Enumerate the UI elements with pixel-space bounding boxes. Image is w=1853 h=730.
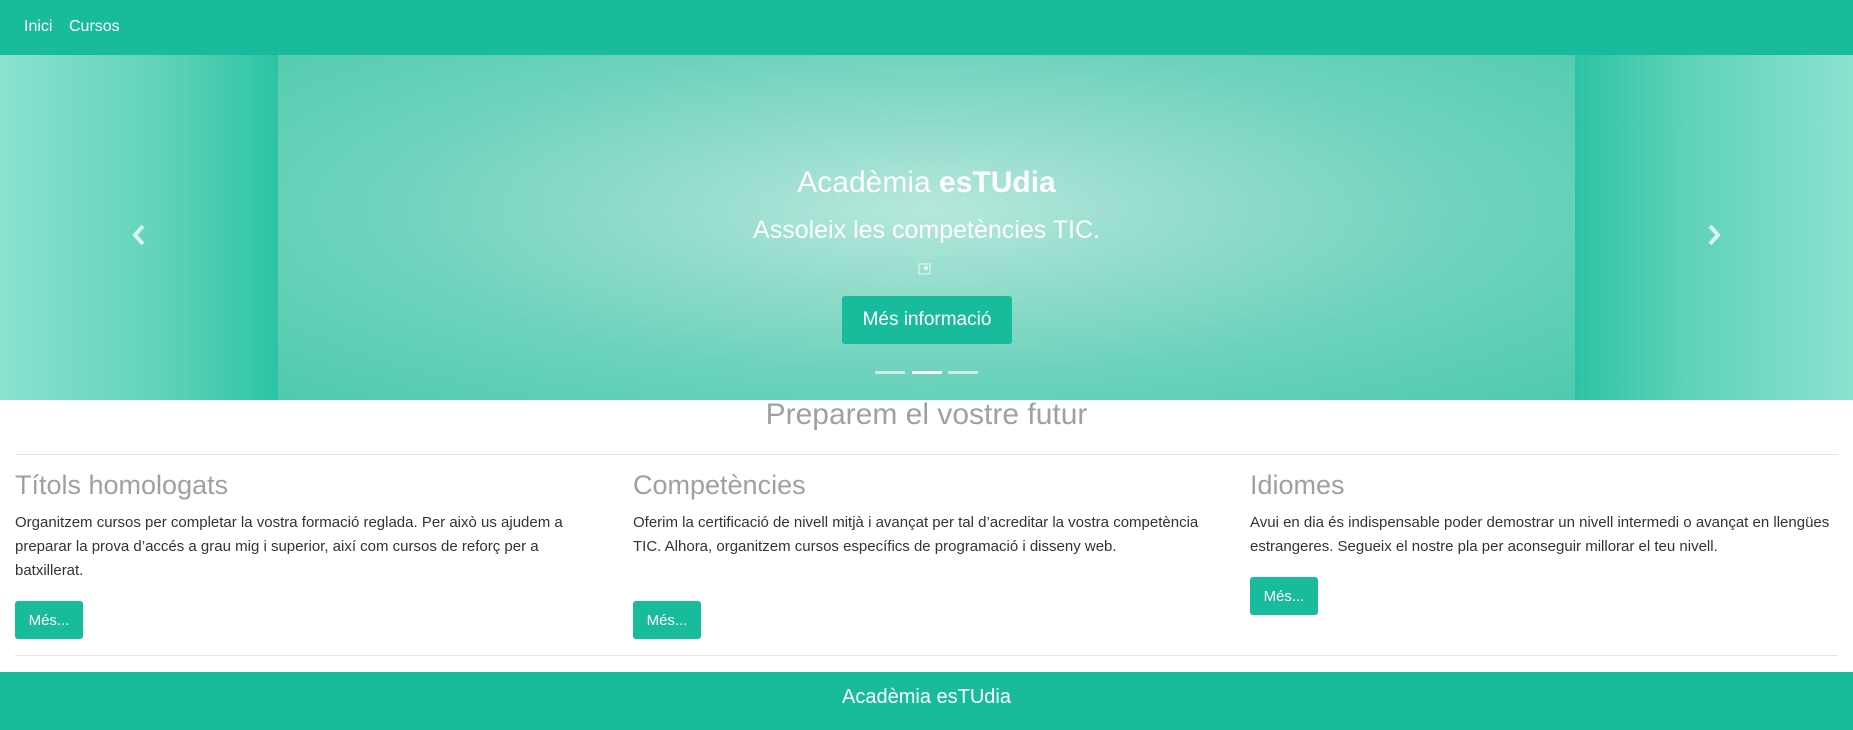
- more-info-button[interactable]: Més informació: [842, 296, 1012, 344]
- feature-idiomes: Idiomes Avui en dia és indispensable pod…: [1250, 470, 1840, 559]
- carousel-indicator-1[interactable]: [875, 371, 905, 374]
- chevron-left-icon: [132, 224, 145, 246]
- carousel-indicator-2[interactable]: [912, 371, 942, 374]
- feature-titols: Títols homologats Organitzem cursos per …: [15, 470, 605, 583]
- hero-title: Acadèmia esTUdia: [278, 166, 1575, 200]
- more-button-titols[interactable]: Més...: [15, 601, 83, 639]
- carousel-indicator-3[interactable]: [948, 371, 978, 374]
- divider-top: [15, 454, 1838, 455]
- carousel-next-button[interactable]: [1694, 215, 1734, 255]
- section-title: Preparem el vostre futur: [765, 398, 1088, 431]
- navbar: Inici Cursos: [0, 0, 1853, 55]
- hero-carousel: Acadèmia esTUdia Assoleix les competènci…: [0, 55, 1853, 400]
- more-button-competencies[interactable]: Més...: [633, 601, 701, 639]
- feature-title: Competències: [633, 470, 806, 500]
- feature-title: Títols homologats: [15, 470, 229, 500]
- hero-title-prefix: Acadèmia: [797, 166, 940, 199]
- feature-competencies: Competències Oferim la certificació de n…: [633, 470, 1223, 559]
- divider-bottom: [15, 655, 1838, 656]
- footer-text: Acadèmia esTUdia: [842, 686, 1011, 708]
- broken-image-icon: [918, 263, 931, 275]
- nav-link-cursos[interactable]: Cursos: [69, 18, 120, 36]
- hero-subtitle: Assoleix les competències TIC.: [753, 216, 1100, 244]
- nav-link-inici[interactable]: Inici: [24, 18, 52, 36]
- footer: Acadèmia esTUdia: [0, 672, 1853, 730]
- feature-text: Oferim la certificació de nivell mitjà i…: [633, 514, 1199, 555]
- hero-title-brand: esTUdia: [939, 166, 1056, 199]
- feature-text: Organitzem cursos per completar la vostr…: [15, 514, 563, 579]
- more-button-idiomes[interactable]: Més...: [1250, 577, 1318, 615]
- carousel-prev-button[interactable]: [119, 215, 159, 255]
- chevron-right-icon: [1708, 224, 1721, 246]
- feature-title: Idiomes: [1250, 470, 1345, 500]
- feature-text: Avui en dia és indispensable poder demos…: [1250, 514, 1830, 555]
